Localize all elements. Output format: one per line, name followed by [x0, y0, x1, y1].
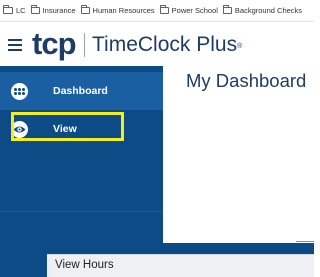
trademark-symbol: ® [237, 43, 243, 50]
bookmark-label: Power School [171, 6, 218, 15]
eye-icon [11, 120, 28, 138]
sidebar-divider [0, 211, 163, 212]
truncated-link[interactable] [296, 241, 314, 242]
bookmarks-bar: LC Insurance Human Resources Power Schoo… [0, 0, 314, 22]
logo-mark: tcp [32, 26, 76, 61]
bookmark-lc[interactable]: LC [3, 5, 26, 15]
panel-title: View Hours [55, 259, 114, 271]
bookmark-label: LC [16, 6, 26, 15]
folder-icon [80, 5, 90, 14]
hamburger-menu-icon[interactable] [8, 39, 22, 51]
sidebar-item-dashboard[interactable]: Dashboard [0, 72, 163, 110]
folder-icon [30, 5, 40, 14]
panel-top-strip [47, 243, 314, 254]
logo-divider [84, 33, 85, 57]
bookmark-label: Background Checks [234, 6, 303, 15]
bookmark-power-school[interactable]: Power School [159, 5, 218, 15]
panel-header: View Hours [47, 254, 314, 277]
folder-icon [159, 5, 169, 14]
bookmark-insurance[interactable]: Insurance [30, 5, 76, 15]
brand-name: TimeClock Plus® [92, 33, 242, 57]
app-header: tcp TimeClock Plus® [0, 22, 314, 66]
brand-text: TimeClock Plus [92, 33, 238, 56]
sidebar-item-view[interactable]: View [0, 112, 163, 146]
folder-icon [222, 5, 232, 14]
dashboard-dots-icon [11, 82, 28, 100]
page-title: My Dashboard [186, 70, 307, 91]
bookmark-label: Human Resources [92, 6, 155, 15]
view-hours-panel: View Hours [47, 243, 314, 277]
apps-folder-icon [3, 5, 13, 14]
sidebar-item-label: View [53, 123, 77, 135]
sidebar-item-label: Dashboard [53, 85, 108, 97]
bookmark-background-checks[interactable]: Background Checks [222, 5, 303, 15]
bookmark-label: Insurance [42, 6, 76, 15]
bookmark-human-resources[interactable]: Human Resources [80, 5, 155, 15]
